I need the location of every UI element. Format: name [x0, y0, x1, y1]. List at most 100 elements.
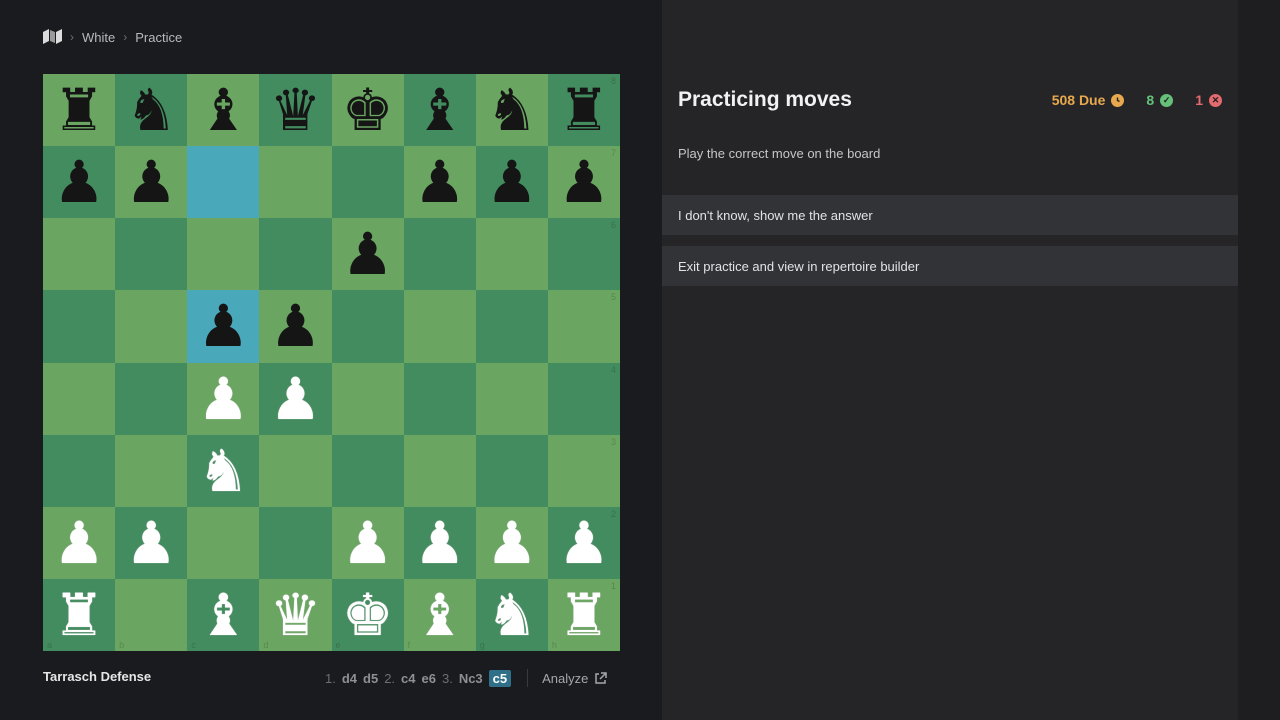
square-a4[interactable]	[43, 362, 116, 435]
white-king-icon[interactable]: ♚	[342, 586, 394, 644]
square-d5[interactable]: ♟	[259, 290, 332, 363]
square-g6[interactable]	[475, 218, 548, 291]
square-e6[interactable]: ♟	[331, 218, 404, 291]
square-d1[interactable]: ♛ d	[259, 578, 332, 651]
black-knight-icon[interactable]: ♞	[125, 81, 177, 139]
square-f8[interactable]: ♝	[403, 74, 476, 147]
square-f1[interactable]: ♝ f	[403, 578, 476, 651]
square-d3[interactable]	[259, 434, 332, 507]
exit-practice-button[interactable]: Exit practice and view in repertoire bui…	[662, 246, 1238, 286]
square-f4[interactable]	[403, 362, 476, 435]
square-d4[interactable]: ♟	[259, 362, 332, 435]
square-d6[interactable]	[259, 218, 332, 291]
move-black[interactable]: d5	[363, 671, 378, 686]
breadcrumb-practice[interactable]: Practice	[135, 30, 182, 45]
square-e7[interactable]	[331, 146, 404, 219]
square-g2[interactable]: ♟	[475, 506, 548, 579]
square-f5[interactable]	[403, 290, 476, 363]
white-queen-icon[interactable]: ♛	[269, 586, 321, 644]
square-g1[interactable]: ♞ g	[475, 578, 548, 651]
black-pawn-icon[interactable]: ♟	[414, 153, 466, 211]
white-knight-icon[interactable]: ♞	[486, 586, 538, 644]
white-bishop-icon[interactable]: ♝	[197, 586, 249, 644]
square-h6[interactable]: 6	[547, 218, 620, 291]
square-a7[interactable]: ♟	[43, 146, 116, 219]
square-h2[interactable]: ♟ 2	[547, 506, 620, 579]
black-pawn-icon[interactable]: ♟	[342, 225, 394, 283]
move-black[interactable]: e6	[422, 671, 436, 686]
square-h1[interactable]: ♜ 1 h	[547, 578, 620, 651]
move-white[interactable]: d4	[342, 671, 357, 686]
analyze-link[interactable]: Analyze	[542, 671, 608, 686]
black-bishop-icon[interactable]: ♝	[197, 81, 249, 139]
square-c2[interactable]	[187, 506, 260, 579]
square-f3[interactable]	[403, 434, 476, 507]
square-e4[interactable]	[331, 362, 404, 435]
white-pawn-icon[interactable]: ♟	[125, 514, 177, 572]
white-pawn-icon[interactable]: ♟	[53, 514, 105, 572]
square-a5[interactable]	[43, 290, 116, 363]
square-b7[interactable]: ♟	[115, 146, 188, 219]
white-rook-icon[interactable]: ♜	[558, 586, 610, 644]
square-b5[interactable]	[115, 290, 188, 363]
black-king-icon[interactable]: ♚	[342, 81, 394, 139]
square-d2[interactable]	[259, 506, 332, 579]
white-pawn-icon[interactable]: ♟	[558, 514, 610, 572]
square-e8[interactable]: ♚	[331, 74, 404, 147]
square-b2[interactable]: ♟	[115, 506, 188, 579]
square-e2[interactable]: ♟	[331, 506, 404, 579]
black-pawn-icon[interactable]: ♟	[486, 153, 538, 211]
square-f6[interactable]	[403, 218, 476, 291]
black-rook-icon[interactable]: ♜	[558, 81, 610, 139]
square-e5[interactable]	[331, 290, 404, 363]
black-pawn-icon[interactable]: ♟	[197, 297, 249, 355]
square-d8[interactable]: ♛	[259, 74, 332, 147]
square-a2[interactable]: ♟	[43, 506, 116, 579]
square-a8[interactable]: ♜	[43, 74, 116, 147]
black-pawn-icon[interactable]: ♟	[269, 297, 321, 355]
white-pawn-icon[interactable]: ♟	[414, 514, 466, 572]
square-f7[interactable]: ♟	[403, 146, 476, 219]
white-pawn-icon[interactable]: ♟	[197, 370, 249, 428]
square-g3[interactable]	[475, 434, 548, 507]
black-knight-icon[interactable]: ♞	[486, 81, 538, 139]
breadcrumb-white[interactable]: White	[82, 30, 115, 45]
square-e1[interactable]: ♚ e	[331, 578, 404, 651]
move-white[interactable]: Nc3	[459, 671, 483, 686]
square-g4[interactable]	[475, 362, 548, 435]
square-c6[interactable]	[187, 218, 260, 291]
square-g8[interactable]: ♞	[475, 74, 548, 147]
show-answer-button[interactable]: I don't know, show me the answer	[662, 195, 1238, 235]
black-bishop-icon[interactable]: ♝	[414, 81, 466, 139]
square-h8[interactable]: ♜ 8	[547, 74, 620, 147]
black-pawn-icon[interactable]: ♟	[125, 153, 177, 211]
square-b6[interactable]	[115, 218, 188, 291]
white-pawn-icon[interactable]: ♟	[269, 370, 321, 428]
square-c5[interactable]: ♟	[187, 290, 260, 363]
square-c4[interactable]: ♟	[187, 362, 260, 435]
square-h7[interactable]: ♟ 7	[547, 146, 620, 219]
square-c3[interactable]: ♞	[187, 434, 260, 507]
move-current[interactable]: c5	[488, 669, 512, 687]
square-b1[interactable]: b	[115, 578, 188, 651]
square-f2[interactable]: ♟	[403, 506, 476, 579]
white-bishop-icon[interactable]: ♝	[414, 586, 466, 644]
square-c7[interactable]	[187, 146, 260, 219]
black-rook-icon[interactable]: ♜	[53, 81, 105, 139]
square-h3[interactable]: 3	[547, 434, 620, 507]
square-g5[interactable]	[475, 290, 548, 363]
square-d7[interactable]	[259, 146, 332, 219]
white-knight-icon[interactable]: ♞	[197, 442, 249, 500]
chess-board[interactable]: ♜ ♞ ♝ ♛ ♚ ♝ ♞ ♜ 8 ♟ ♟ ♟ ♟ ♟ 7 ♟ 6 ♟ ♟ 5 ♟ ♟ 4 ♞ 3 ♟ ♟ ♟ ♟ ♟ ♟ 2 ♜ a b ♝ c ♛ d ♚…	[43, 74, 620, 651]
square-a6[interactable]	[43, 218, 116, 291]
white-pawn-icon[interactable]: ♟	[342, 514, 394, 572]
logo-icon[interactable]	[43, 29, 62, 45]
square-g7[interactable]: ♟	[475, 146, 548, 219]
white-rook-icon[interactable]: ♜	[53, 586, 105, 644]
square-h5[interactable]: 5	[547, 290, 620, 363]
black-pawn-icon[interactable]: ♟	[558, 153, 610, 211]
square-b8[interactable]: ♞	[115, 74, 188, 147]
square-h4[interactable]: 4	[547, 362, 620, 435]
square-b4[interactable]	[115, 362, 188, 435]
square-b3[interactable]	[115, 434, 188, 507]
